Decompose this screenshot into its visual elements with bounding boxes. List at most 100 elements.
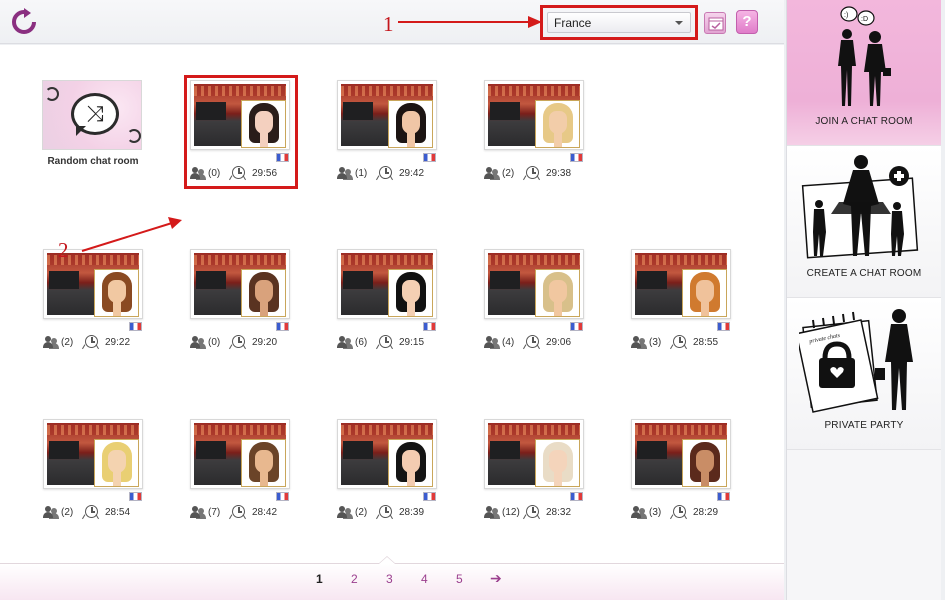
time-remaining: 28:29 [693, 507, 719, 518]
users-icon [190, 506, 206, 519]
host-avatar [535, 269, 580, 317]
france-flag-icon [717, 492, 730, 501]
next-page-arrow-icon[interactable]: ➔ [490, 570, 502, 587]
france-flag-icon [276, 492, 289, 501]
calendar-icon [708, 17, 724, 31]
chat-room-thumbnail[interactable] [337, 80, 437, 150]
chat-room-thumbnail[interactable] [631, 249, 731, 319]
chat-room-thumbnail[interactable] [337, 419, 437, 489]
page-link-1[interactable]: 1 [316, 572, 323, 586]
host-avatar [241, 269, 286, 317]
chat-room-grid: ⤨ Random chat room (0) 29:56 (1) 29:42 (2) 29… [0, 45, 784, 563]
chat-room-tile[interactable]: (12) 28:32 [484, 419, 604, 529]
sidebar-item-join-chat-room[interactable]: :) :D JOIN A CHAT ROOM [787, 0, 941, 146]
time-remaining: 29:06 [546, 337, 572, 348]
shuffle-icon: ⤨ [86, 101, 104, 126]
chat-room-thumbnail[interactable] [631, 419, 731, 489]
users-icon [337, 167, 353, 180]
alarm-clock-icon [82, 335, 99, 351]
chat-room-tile[interactable]: (3) 28:55 [631, 249, 751, 359]
chat-room-tile[interactable]: (1) 29:42 [337, 80, 457, 190]
user-count: (3) [649, 337, 662, 348]
random-chat-room-tile[interactable]: ⤨ Random chat room [38, 80, 148, 170]
user-count: (1) [355, 168, 368, 179]
users-icon [631, 336, 647, 349]
chat-room-thumbnail[interactable] [484, 419, 584, 489]
annotation-arrow-2 [81, 217, 182, 252]
user-count: (0) [208, 337, 221, 348]
help-button[interactable]: ? [736, 10, 758, 34]
alarm-clock-icon [376, 166, 393, 182]
two-girls-chatting-icon: :) :D [838, 6, 891, 106]
host-avatar [682, 269, 727, 317]
user-count: (6) [355, 337, 368, 348]
pager-notch [378, 556, 396, 564]
refresh-icon[interactable] [10, 8, 38, 36]
france-flag-icon [129, 492, 142, 501]
chat-room-tile[interactable]: (4) 29:06 [484, 249, 604, 359]
sidebar-item-create-chat-room[interactable]: CREATE A CHAT ROOM [787, 146, 941, 298]
room-highlight-box [184, 75, 298, 189]
country-select[interactable]: France [547, 12, 691, 33]
room-meta: (0) 29:20 [190, 335, 310, 351]
private-party-lock-icon: private chats [799, 309, 913, 413]
bubble-text-2: :D [861, 16, 868, 23]
chat-room-thumbnail[interactable] [484, 80, 584, 150]
page-link-4[interactable]: 4 [421, 572, 428, 586]
time-remaining: 28:55 [693, 337, 719, 348]
alarm-clock-icon [523, 166, 540, 182]
chat-room-thumbnail[interactable] [337, 249, 437, 319]
room-meta: (2) 28:54 [43, 505, 163, 521]
time-remaining: 29:42 [399, 168, 425, 179]
alarm-clock-icon [229, 505, 246, 521]
random-chat-thumbnail[interactable]: ⤨ [42, 80, 142, 150]
chat-room-tile[interactable]: (2) 28:39 [337, 419, 457, 529]
room-meta: (4) 29:06 [484, 335, 604, 351]
chat-room-thumbnail[interactable] [190, 249, 290, 319]
sidebar-item-private-party[interactable]: private chats PRIVATE PARTY [787, 298, 941, 450]
chat-room-thumbnail[interactable] [484, 249, 584, 319]
country-highlight-box: France [540, 5, 698, 40]
chat-room-thumbnail[interactable] [190, 419, 290, 489]
avatar-face [108, 450, 126, 473]
avatar-neck [113, 302, 121, 316]
host-avatar [535, 100, 580, 148]
chat-room-tile[interactable]: (3) 28:29 [631, 419, 751, 529]
room-meta: (2) 29:38 [484, 166, 604, 182]
chat-room-tile[interactable]: (2) 29:38 [484, 80, 604, 190]
chat-room-tile[interactable]: (2) 29:22 [43, 249, 163, 359]
room-meta: (2) 28:39 [337, 505, 457, 521]
time-remaining: 29:20 [252, 337, 278, 348]
calendar-check-button[interactable] [704, 12, 726, 34]
avatar-face [549, 111, 567, 134]
chat-room-tile[interactable]: (6) 29:15 [337, 249, 457, 359]
page-link-2[interactable]: 2 [351, 572, 358, 586]
time-remaining: 28:54 [105, 507, 131, 518]
alarm-clock-icon [670, 505, 687, 521]
france-flag-icon [423, 153, 436, 162]
speech-bubble-icon: ⤨ [71, 93, 119, 136]
users-icon [484, 167, 500, 180]
chat-room-tile[interactable]: (7) 28:42 [190, 419, 310, 529]
host-avatar [535, 439, 580, 487]
user-count: (7) [208, 507, 221, 518]
avatar-neck [407, 302, 415, 316]
avatar-neck [260, 302, 268, 316]
page-link-3[interactable]: 3 [386, 572, 393, 586]
host-avatar [94, 269, 139, 317]
users-icon [43, 506, 59, 519]
avatar-neck [701, 302, 709, 316]
avatar-neck [554, 472, 562, 486]
chat-room-tile[interactable]: (0) 29:20 [190, 249, 310, 359]
france-flag-icon [423, 492, 436, 501]
chat-room-tile[interactable]: (2) 28:54 [43, 419, 163, 529]
avatar-neck [554, 302, 562, 316]
page-link-5[interactable]: 5 [456, 572, 463, 586]
france-flag-icon [717, 322, 730, 331]
annotation-number-2: 2 [58, 238, 69, 262]
chat-room-thumbnail[interactable] [43, 419, 143, 489]
avatar-face [549, 280, 567, 303]
swirl-decoration [127, 129, 141, 143]
users-icon [484, 506, 500, 519]
france-flag-icon [570, 322, 583, 331]
